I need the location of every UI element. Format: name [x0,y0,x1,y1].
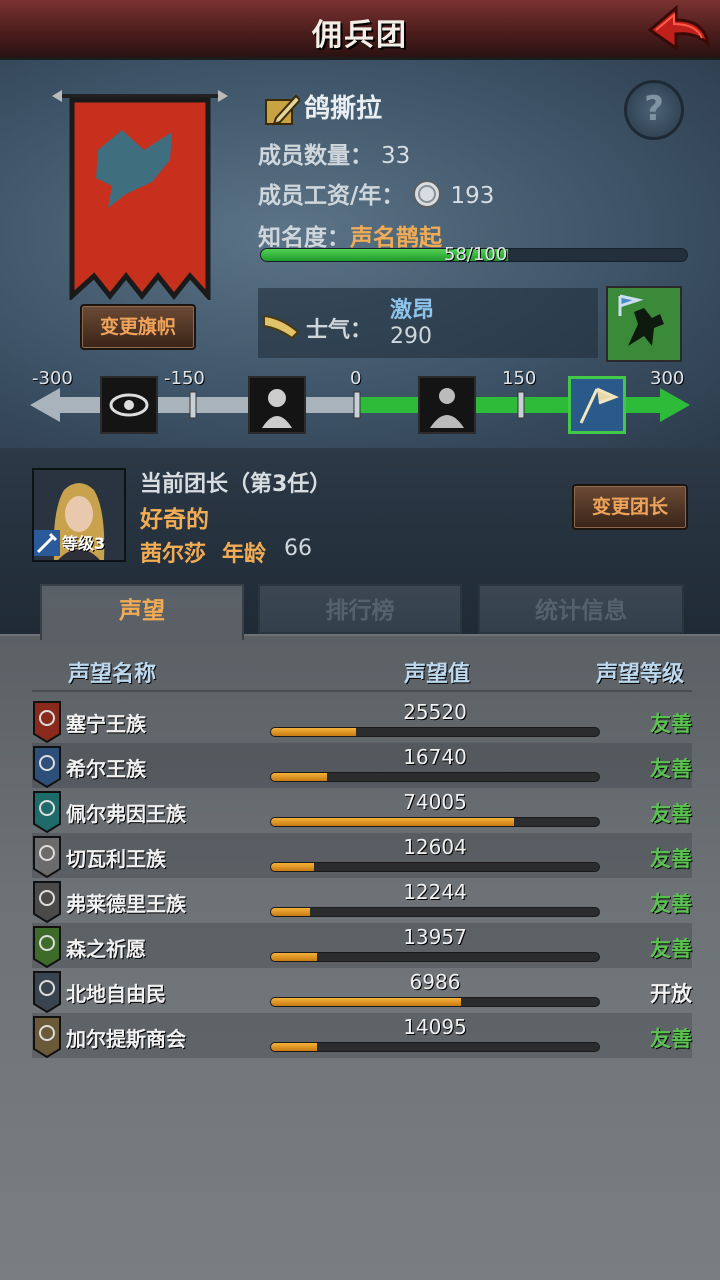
reputation-value: 74005 [403,790,467,814]
faction-name: 森之祈愿 [66,937,146,961]
faction-name: 希尔王族 [66,757,146,781]
change-banner-button[interactable]: 变更旗帜 [80,304,196,350]
company-banner[interactable] [52,90,228,303]
reputation-bar [270,997,600,1007]
column-header-level: 声望等级 [596,662,685,687]
back-arrow-icon[interactable] [646,4,712,56]
change-leader-button[interactable]: 变更团长 [572,484,688,530]
reputation-bar-fill [271,1043,317,1051]
reputation-value: 16740 [403,745,467,769]
reputation-bar-fill [271,773,327,781]
members-row: 成员数量： 33 [258,136,410,170]
faction-shield-icon [32,790,62,834]
tab-statistics[interactable]: 统计信息 [478,584,684,634]
faction-shield-icon [32,835,62,879]
faction-name: 加尔提斯商会 [66,1027,186,1051]
reputation-bar [270,862,600,872]
table-row[interactable]: 弗莱德里王族 12244 友善 [32,878,692,924]
fame-progress-text: 58/100 [444,244,508,265]
faction-name: 塞宁王族 [66,712,146,736]
morale-calm-icon[interactable] [418,376,476,434]
faction-shield-icon [32,1015,62,1059]
members-label: 成员数量： [258,143,373,169]
reputation-level: 友善 [650,757,692,781]
reputation-value: 13957 [403,925,467,949]
reputation-bar-fill [271,908,311,916]
reputation-level: 友善 [650,802,692,826]
faction-name: 弗莱德里王族 [66,892,186,916]
reputation-value: 14095 [403,1015,467,1039]
horn-icon [262,310,302,340]
tab-reputation[interactable]: 声望 [40,584,244,640]
reputation-bar [270,817,600,827]
faction-name: 切瓦利王族 [66,847,166,871]
morale-inspired-icon[interactable] [568,376,626,434]
reputation-value: 12244 [403,880,467,904]
table-row[interactable]: 森之祈愿 13957 友善 [32,923,692,969]
edit-name-icon[interactable] [262,92,302,128]
morale-state: 激昂 [390,298,435,323]
table-row[interactable]: 希尔王族 16740 友善 [32,743,692,789]
sword-icon [34,530,60,556]
header-bar: 佣兵团 [0,0,720,60]
morale-despair-icon[interactable] [248,376,306,434]
leader-age-label: 年龄 [222,542,267,567]
faction-name: 佩尔弗因王族 [66,802,186,826]
reputation-bar-fill [271,818,514,826]
reputation-bar [270,727,600,737]
wage-row: 成员工资/年： 193 [258,176,494,215]
table-row[interactable]: 北地自由民 6986 开放 [32,968,692,1014]
faction-shield-icon [32,880,62,924]
morale-value: 290 [390,324,432,349]
reputation-level: 友善 [650,847,692,871]
reputation-level: 友善 [650,937,692,961]
faction-shield-icon [32,970,62,1014]
reputation-value: 25520 [403,700,467,724]
leader-name: 茜尔莎 [140,542,207,567]
tab-leaderboard[interactable]: 排行榜 [258,584,462,634]
reputation-level: 友善 [650,712,692,736]
members-value: 33 [381,143,411,169]
leader-age: 66 [284,536,312,561]
reputation-bar-fill [271,728,357,736]
column-header-name: 声望名称 [68,662,157,687]
reputation-level: 开放 [650,982,692,1006]
wage-label: 成员工资/年： [258,183,405,209]
reputation-bar-fill [271,863,314,871]
morale-status-icon[interactable] [606,286,682,362]
reputation-bar [270,952,600,962]
company-name: 鸽撕拉 [304,94,383,124]
reputation-level: 友善 [650,1027,692,1051]
reputation-bar [270,907,600,917]
faction-shield-icon [32,925,62,969]
reputation-bar [270,772,600,782]
wage-value: 193 [450,183,495,209]
leader-level: 等级3 [62,534,106,553]
company-name-row: 鸽撕拉 [262,88,382,128]
faction-shield-icon [32,700,62,744]
leader-trait: 好奇的 [140,507,209,533]
morale-broken-eye-icon[interactable] [100,376,158,434]
silver-coin-icon [412,179,442,215]
table-row[interactable]: 切瓦利王族 12604 友善 [32,833,692,879]
morale-label: 士气： [306,318,373,343]
reputation-value: 12604 [403,835,467,859]
faction-shield-icon [32,745,62,789]
reputation-level: 友善 [650,892,692,916]
leader-title: 当前团长（第3任） [140,472,332,497]
table-row[interactable]: 加尔提斯商会 14095 友善 [32,1013,692,1059]
table-row[interactable]: 佩尔弗因王族 74005 友善 [32,788,692,834]
reputation-bar [270,1042,600,1052]
reputation-value: 6986 [409,970,461,994]
reputation-bar-fill [271,953,317,961]
reputation-bar-fill [271,998,462,1006]
help-icon[interactable]: ? [624,80,684,140]
header-divider [32,690,692,692]
fame-row: 知名度：声名鹊起 [258,218,442,252]
faction-name: 北地自由民 [66,982,166,1006]
page-title: 佣兵团 [312,18,408,53]
table-row[interactable]: 塞宁王族 25520 友善 [32,698,692,744]
column-header-value: 声望值 [404,662,471,687]
